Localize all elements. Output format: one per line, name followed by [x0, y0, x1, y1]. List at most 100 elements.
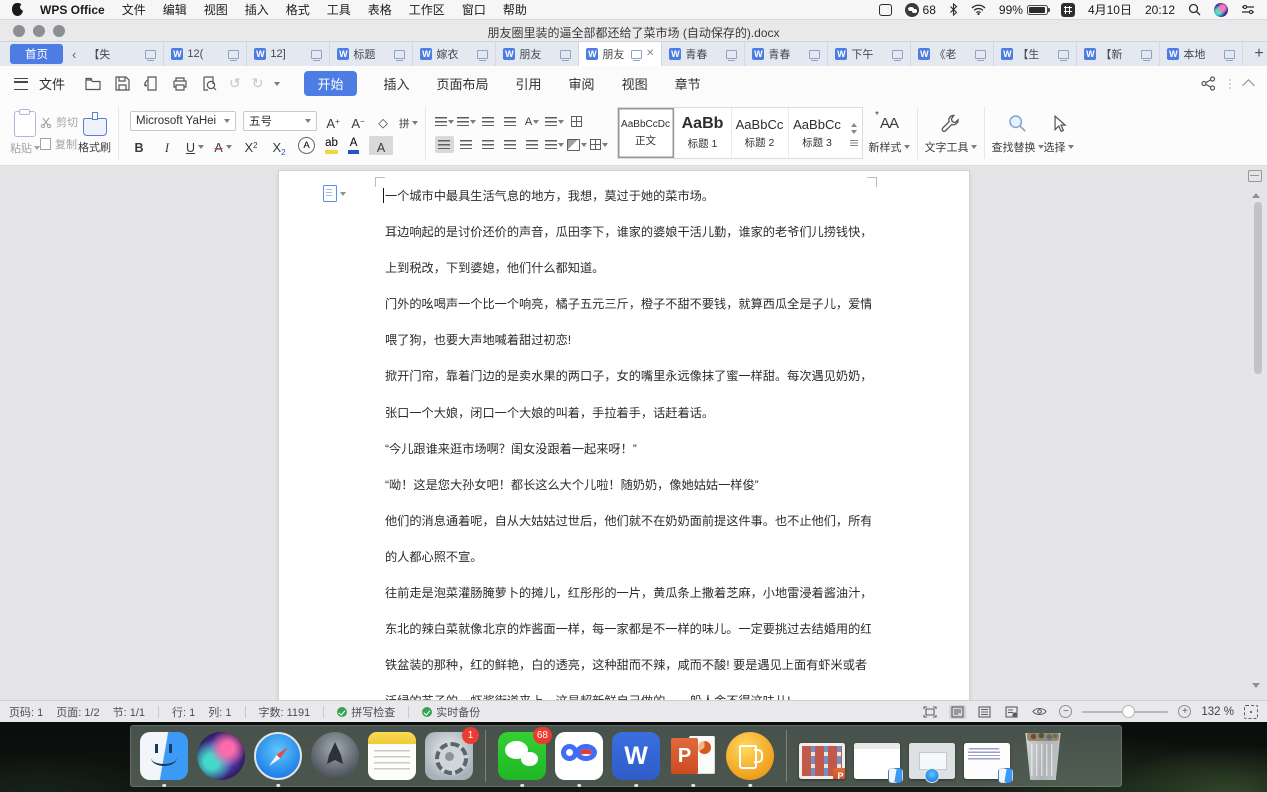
format-painter-button[interactable]: 格式刷	[78, 112, 111, 155]
dock-safari[interactable]	[254, 732, 302, 780]
subscript-button[interactable]: X2	[270, 137, 288, 154]
open-file-icon[interactable]	[84, 75, 102, 93]
new-style-button[interactable]: AA 新样式	[869, 112, 910, 155]
spell-check-status[interactable]: 拼写检查	[337, 704, 395, 720]
document-tab[interactable]: 【失	[81, 42, 164, 66]
align-left-button[interactable]	[435, 136, 454, 153]
underline-button[interactable]: U	[186, 137, 204, 154]
menu-table[interactable]: 表格	[368, 1, 392, 18]
highlight-color-button[interactable]: ab	[325, 138, 338, 154]
document-tab[interactable]: W 【新	[1077, 42, 1160, 66]
ribbon-tab-insert[interactable]: 插入	[384, 74, 410, 93]
phonetic-guide-button[interactable]: 拼	[399, 113, 418, 130]
styles-scroll-down-icon[interactable]	[851, 130, 857, 137]
document-line[interactable]: 门外的吆喝声一个比一个响亮，橘子五元三斤，橙子不甜不要钱，就算西瓜全是子儿，爱情	[385, 286, 871, 322]
document-tab[interactable]: W 【生	[994, 42, 1077, 66]
cut-button[interactable]: 剪切	[40, 114, 78, 130]
menu-view[interactable]: 视图	[204, 1, 228, 18]
ribbon-tab-references[interactable]: 引用	[516, 74, 542, 93]
live-backup-status[interactable]: 实时备份	[422, 704, 480, 720]
decrease-indent-button[interactable]	[479, 113, 498, 130]
document-line[interactable]: 上到税改，下到婆媳，他们什么都知道。	[385, 250, 871, 286]
ribbon-tab-view[interactable]: 视图	[622, 74, 648, 93]
align-right-button[interactable]	[479, 136, 498, 153]
document-tab[interactable]: W 12]	[247, 42, 330, 66]
dock-siri[interactable]	[197, 732, 245, 780]
document-tab-active[interactable]: W 朋友 ✕	[579, 42, 662, 66]
dock-launchpad[interactable]	[311, 732, 359, 780]
dock-system-preferences[interactable]: 1	[425, 732, 473, 780]
quickbar-more-icon[interactable]	[274, 82, 280, 89]
text-effects-button[interactable]: A	[298, 137, 315, 154]
wifi-icon[interactable]	[971, 4, 986, 15]
print-icon[interactable]	[171, 75, 189, 93]
document-tab[interactable]: W 青春	[745, 42, 828, 66]
dock-powerpoint[interactable]: P	[669, 732, 717, 780]
dock-wechat[interactable]: 68	[498, 732, 546, 780]
window-minimize-button[interactable]	[33, 25, 45, 37]
document-line[interactable]: 铁盆装的那种，红的鲜艳，白的透亮，这种甜而不辣，咸而不酸! 要是遇见上面有虾米或…	[385, 647, 871, 683]
spotlight-search-icon[interactable]	[1188, 3, 1201, 16]
eye-protection-icon[interactable]	[1030, 705, 1049, 718]
document-text[interactable]: 一个城市中最具生活气息的地方，我想，莫过于她的菜市场。 耳边响起的是讨价还价的声…	[385, 178, 871, 700]
menu-window[interactable]: 窗口	[462, 1, 486, 18]
input-method-icon[interactable]	[1061, 3, 1075, 17]
dock-baidu-netdisk[interactable]	[555, 732, 603, 780]
ribbon-tab-review[interactable]: 审阅	[569, 74, 595, 93]
scroll-down-arrow[interactable]	[1252, 683, 1260, 692]
line-spacing-button[interactable]	[545, 136, 564, 153]
document-tab[interactable]: W 朋友	[496, 42, 579, 66]
tools-pane-icon[interactable]	[1003, 705, 1020, 719]
font-name-select[interactable]: Microsoft YaHei	[130, 111, 236, 131]
style-heading3[interactable]: AaBbCc标题 3	[789, 108, 846, 158]
minimized-window-document[interactable]	[964, 743, 1010, 779]
font-size-select[interactable]: 五号	[243, 111, 317, 131]
siri-menubar-icon[interactable]	[1214, 3, 1228, 17]
zoom-level[interactable]: 132 %	[1201, 706, 1234, 718]
paragraph-options-button[interactable]	[323, 185, 346, 202]
style-normal[interactable]: AaBbCcDc正文	[618, 108, 675, 158]
new-tab-button[interactable]: +	[1243, 42, 1267, 66]
menu-file[interactable]: 文件	[122, 1, 146, 18]
text-direction-button[interactable]: A	[523, 113, 542, 130]
ruler-toggle-icon[interactable]	[1248, 170, 1262, 182]
dock-wps-writer[interactable]: W	[612, 732, 660, 780]
status-word-count[interactable]: 字数: 1191	[259, 704, 311, 720]
italic-button[interactable]: I	[158, 137, 176, 154]
zoom-in-button[interactable]: +	[1178, 705, 1191, 718]
document-line[interactable]: 喂了狗，也要大声地喊着甜过初恋!	[385, 322, 871, 358]
paragraph-spacing-button[interactable]	[545, 113, 564, 130]
document-line[interactable]: 掀开门帘，靠着门边的是卖水果的两口子，女的嘴里永远像抹了蜜一样甜。每次遇见奶奶，	[385, 358, 871, 394]
ribbon-tab-home[interactable]: 开始	[304, 71, 356, 96]
document-page[interactable]: 一个城市中最具生活气息的地方，我想，莫过于她的菜市场。 耳边响起的是讨价还价的声…	[278, 170, 970, 700]
zoom-slider[interactable]	[1082, 711, 1168, 713]
style-heading1[interactable]: AaBb标题 1	[675, 108, 732, 158]
strikethrough-button[interactable]: A	[214, 137, 232, 154]
font-color-button[interactable]: A	[348, 138, 359, 154]
menubar-time[interactable]: 20:12	[1145, 3, 1175, 17]
ribbon-tab-page-layout[interactable]: 页面布局	[437, 74, 489, 93]
menu-format[interactable]: 格式	[286, 1, 310, 18]
document-tab[interactable]: W 标题	[330, 42, 413, 66]
print-preview-icon[interactable]	[200, 75, 218, 93]
document-line[interactable]: “呦！这是您大孙女吧！都长这么大个儿啦！随奶奶，像她姑姑一样俊”	[385, 467, 871, 503]
menu-extra-icon[interactable]	[879, 4, 892, 16]
paragraph-layout-button[interactable]	[567, 113, 586, 130]
bold-button[interactable]: B	[130, 137, 148, 154]
document-line[interactable]: 东北的辣白菜就像北京的炸酱面一样，每一家都是不一样的味儿。一定要挑过去结婚用的红	[385, 611, 871, 647]
fit-page-view-icon[interactable]	[921, 705, 939, 719]
styles-more-icon[interactable]	[850, 140, 858, 146]
zoom-slider-handle[interactable]	[1122, 705, 1135, 718]
page-view-icon[interactable]	[949, 705, 966, 719]
menu-workspace[interactable]: 工作区	[409, 1, 445, 18]
menubar-date[interactable]: 4月10日	[1088, 1, 1132, 18]
document-line[interactable]: 他们的消息通着呢，自从大姑姑过世后，他们就不在奶奶面前提这件事。也不止他们，所有	[385, 503, 871, 539]
document-line[interactable]: 往前走是泡菜灌肠腌萝卜的摊儿，红彤彤的一片，黄瓜条上撒着芝麻，小地雷浸着酱油汁，	[385, 575, 871, 611]
document-line[interactable]: 一个城市中最具生活气息的地方，我想，莫过于她的菜市场。	[385, 178, 871, 214]
document-tab[interactable]: W 12(	[164, 42, 247, 66]
document-line[interactable]: 张口一个大娘，闭口一个大娘的叫着，手拉着手，话赶着话。	[385, 395, 871, 431]
share-icon[interactable]	[1201, 76, 1216, 91]
clear-format-button[interactable]: ◇	[374, 113, 392, 130]
style-heading2[interactable]: AaBbCc标题 2	[732, 108, 789, 158]
menu-insert[interactable]: 插入	[245, 1, 269, 18]
